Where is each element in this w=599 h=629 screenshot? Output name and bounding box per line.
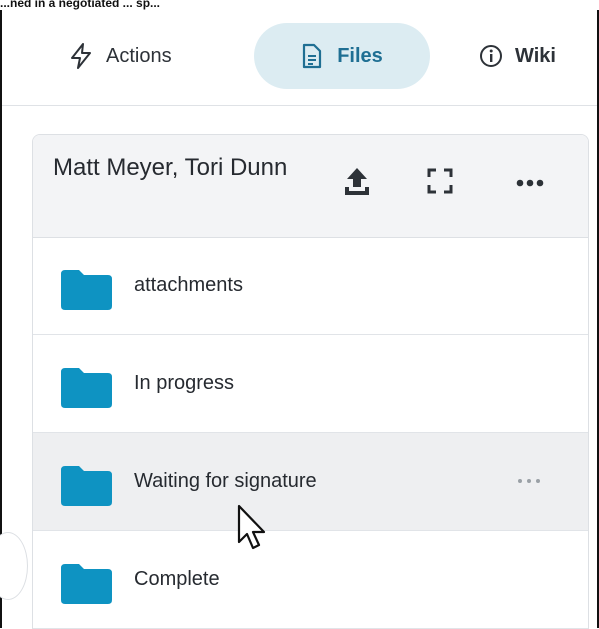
tab-wiki[interactable]: Wiki bbox=[479, 23, 556, 89]
tab-files-label: Files bbox=[337, 44, 383, 67]
expand-button[interactable] bbox=[426, 168, 454, 199]
more-icon bbox=[516, 174, 544, 192]
files-pane: Actions Files Wiki Matt Meyer, Tori Dunn bbox=[0, 10, 599, 629]
expand-icon bbox=[427, 168, 453, 199]
info-icon bbox=[479, 44, 503, 68]
folder-row-waiting-for-signature[interactable]: Waiting for signature bbox=[33, 433, 588, 531]
row-more-button[interactable] bbox=[515, 473, 545, 489]
tab-actions-label: Actions bbox=[106, 44, 172, 67]
panel-header: Matt Meyer, Tori Dunn bbox=[33, 135, 588, 238]
tab-files[interactable]: Files bbox=[254, 23, 430, 89]
more-options-button[interactable] bbox=[515, 173, 545, 193]
folder-icon bbox=[59, 464, 114, 508]
top-caption: ...ned in a negotiated ... sp... bbox=[0, 0, 161, 10]
folder-icon bbox=[59, 366, 114, 410]
file-icon bbox=[301, 43, 323, 69]
panel-title: Matt Meyer, Tori Dunn bbox=[53, 154, 288, 181]
lightning-icon bbox=[70, 43, 92, 69]
upload-icon bbox=[342, 166, 372, 203]
folder-label: Complete bbox=[134, 568, 220, 590]
more-icon bbox=[518, 479, 540, 483]
tab-bar: Actions Files Wiki bbox=[2, 10, 597, 106]
folder-icon bbox=[59, 562, 114, 606]
folder-panel: Matt Meyer, Tori Dunn attachments In pro… bbox=[32, 134, 589, 629]
upload-button[interactable] bbox=[340, 167, 374, 201]
side-collapse-handle[interactable] bbox=[0, 532, 28, 600]
folder-row-in-progress[interactable]: In progress bbox=[33, 335, 588, 433]
tab-wiki-label: Wiki bbox=[515, 44, 556, 67]
tab-actions[interactable]: Actions bbox=[60, 23, 182, 89]
folder-label: Waiting for signature bbox=[134, 470, 317, 492]
folder-label: In progress bbox=[134, 372, 235, 394]
folder-row-complete[interactable]: Complete bbox=[33, 531, 588, 629]
folder-row-attachments[interactable]: attachments bbox=[33, 237, 588, 335]
folder-label: attachments bbox=[134, 274, 243, 296]
folder-icon bbox=[59, 268, 114, 312]
